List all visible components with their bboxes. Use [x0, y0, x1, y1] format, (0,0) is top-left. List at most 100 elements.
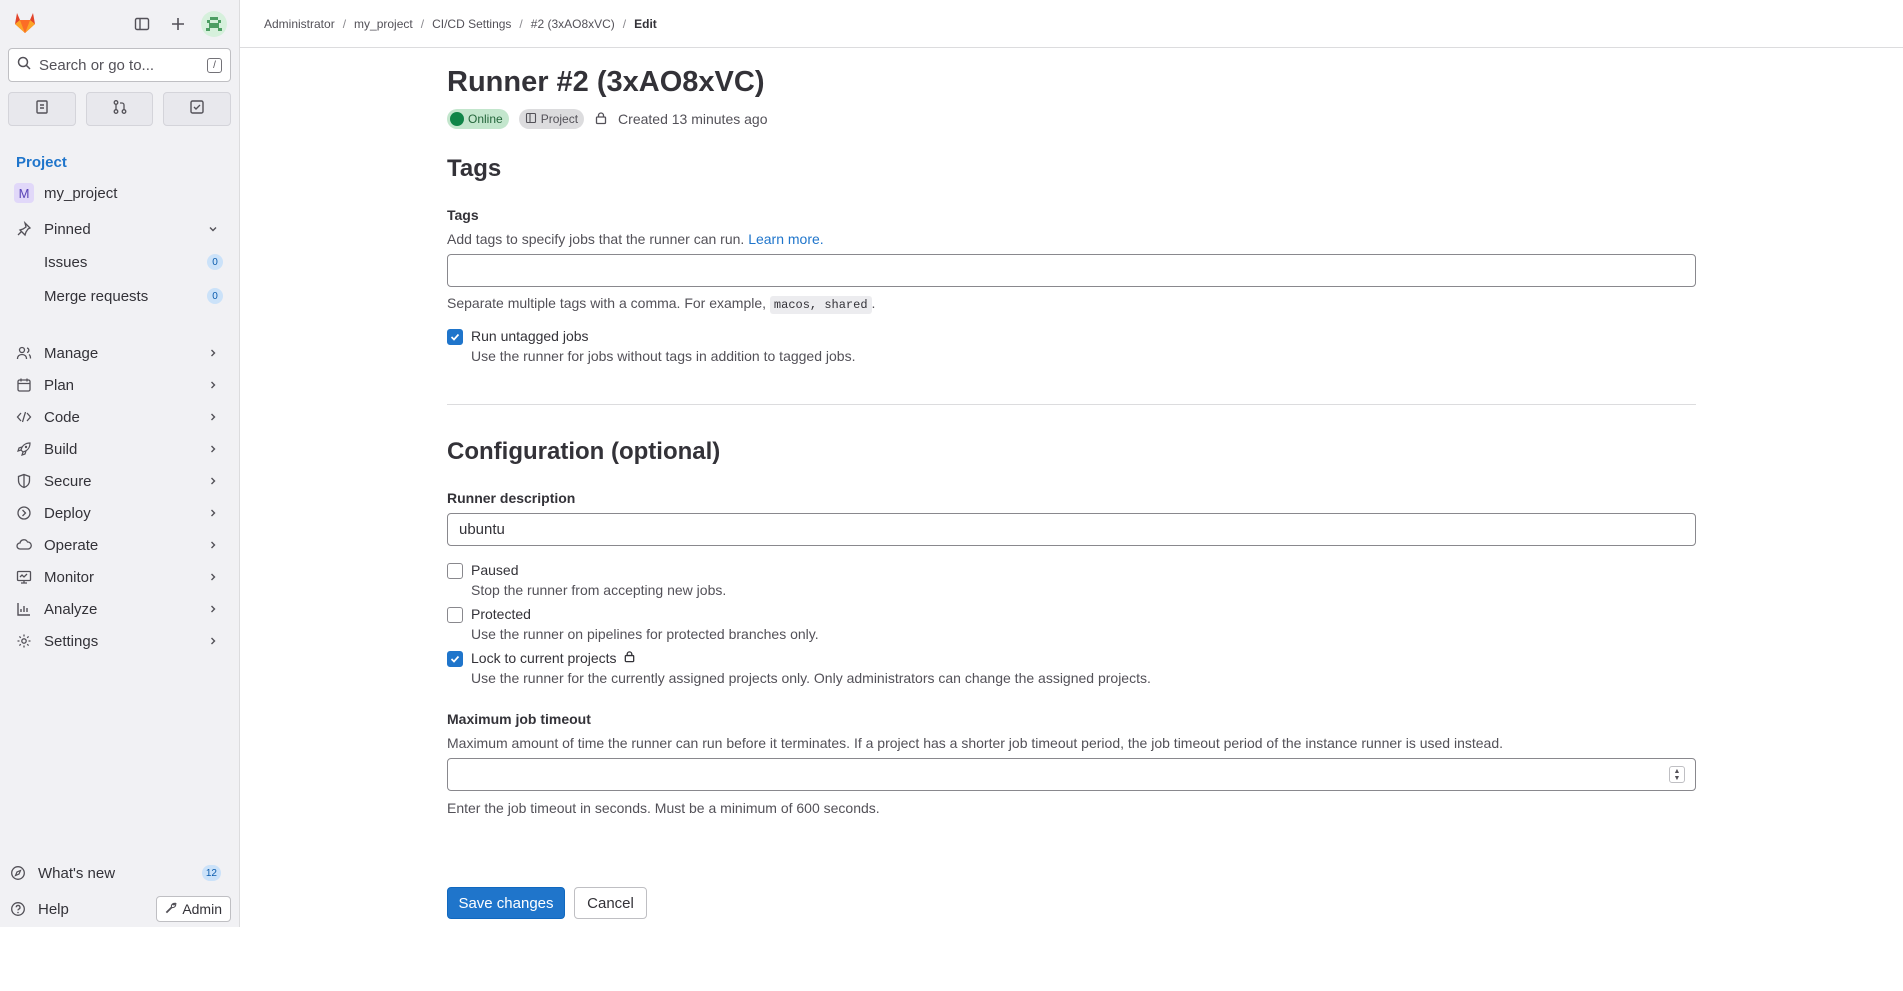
tags-input[interactable] [447, 254, 1696, 287]
sidebar-item-deploy[interactable]: Deploy [0, 497, 239, 529]
tags-section-heading: Tags [447, 155, 502, 182]
breadcrumb-item-cicd-settings[interactable]: CI/CD Settings [432, 17, 511, 31]
users-icon [16, 345, 32, 361]
chevron-right-icon [207, 378, 219, 395]
sidebar-item-monitor[interactable]: Monitor [0, 561, 239, 593]
breadcrumb-separator: / [420, 16, 425, 31]
issues-quick-button[interactable] [8, 92, 76, 126]
paused-checkbox[interactable] [447, 563, 463, 579]
config-section-heading: Configuration (optional) [447, 438, 721, 465]
shield-icon [16, 473, 32, 489]
sidebar-item-analyze[interactable]: Analyze [0, 593, 239, 625]
chevron-right-icon [207, 506, 219, 523]
section-divider [447, 404, 1696, 405]
lock-projects-help: Use the runner for the currently assigne… [471, 670, 1151, 686]
sidebar-item-label: Issues [44, 253, 88, 271]
timeout-input[interactable]: ▲ ▼ [447, 758, 1696, 791]
status-online-icon [450, 112, 464, 126]
lock-projects-checkbox[interactable] [447, 651, 463, 667]
merge-requests-quick-button[interactable] [85, 92, 154, 126]
breadcrumb-item-runner[interactable]: #2 (3xAO8xVC) [531, 17, 615, 31]
number-stepper-icon[interactable]: ▲ ▼ [1669, 766, 1685, 783]
chevron-right-icon [207, 602, 219, 619]
breadcrumb-item-administrator[interactable]: Administrator [264, 17, 335, 31]
sidebar-item-label: Operate [44, 536, 99, 554]
todos-quick-button[interactable] [163, 92, 232, 126]
cancel-button[interactable]: Cancel [574, 887, 647, 919]
sidebar-item-label: Code [44, 408, 80, 426]
sidebar-item-secure[interactable]: Secure [0, 465, 239, 497]
sidebar-item-manage[interactable]: Manage [0, 337, 239, 369]
timeout-help: Maximum amount of time the runner can ru… [447, 735, 1504, 751]
breadcrumb-item-edit: Edit [634, 16, 657, 31]
sidebar: Search or go to... / Project M my_projec… [0, 0, 240, 927]
sidebar-header [0, 0, 239, 48]
sidebar-item-issues[interactable]: Issues 0 [0, 245, 239, 279]
tags-hint-example: macos, shared [769, 296, 872, 314]
cloud-gear-icon [16, 537, 32, 553]
lock-projects-option: Lock to current projects Use the runner … [447, 650, 1151, 686]
whats-new-label: What's new [38, 864, 116, 882]
run-untagged-option: Run untagged jobs Use the runner for job… [447, 328, 855, 364]
lock-icon [594, 111, 608, 128]
protected-label[interactable]: Protected [471, 606, 819, 622]
breadcrumb: Administrator / my_project / CI/CD Setti… [240, 0, 1903, 48]
sidebar-toggle-icon[interactable] [129, 11, 155, 37]
chevron-right-icon [207, 538, 219, 555]
monitor-icon [16, 569, 32, 585]
admin-button[interactable]: Admin [156, 896, 231, 922]
user-avatar[interactable] [201, 11, 227, 37]
project-link[interactable]: M my_project [14, 183, 239, 203]
sidebar-item-label: Settings [44, 632, 99, 650]
calendar-icon [16, 377, 32, 393]
question-circle-icon [10, 901, 26, 917]
sidebar-item-operate[interactable]: Operate [0, 529, 239, 561]
breadcrumb-separator: / [342, 16, 347, 31]
runner-type-badge: Project [518, 109, 585, 129]
sidebar-item-label: Secure [44, 472, 92, 490]
paused-label[interactable]: Paused [471, 562, 726, 578]
timeout-hint: Enter the job timeout in seconds. Must b… [447, 800, 880, 816]
runner-description-label: Runner description [447, 490, 576, 506]
issues-icon [34, 99, 50, 120]
runner-type-label: Project [540, 112, 579, 126]
learn-more-link[interactable]: Learn more. [748, 231, 823, 247]
protected-option: Protected Use the runner on pipelines fo… [447, 606, 819, 642]
sidebar-item-label: Build [44, 440, 78, 458]
plus-icon[interactable] [165, 11, 191, 37]
search-input[interactable]: Search or go to... / [8, 48, 231, 82]
runner-description-input[interactable]: ubuntu [447, 513, 1696, 546]
help-link[interactable]: Help Admin [0, 891, 239, 927]
project-name: my_project [44, 184, 118, 202]
lock-projects-label-row[interactable]: Lock to current projects [471, 650, 1151, 666]
merge-request-icon [112, 99, 128, 120]
search-icon [17, 56, 31, 75]
lock-projects-label: Lock to current projects [471, 650, 617, 666]
protected-checkbox[interactable] [447, 607, 463, 623]
timeout-label: Maximum job timeout [447, 711, 591, 727]
pinned-section-toggle[interactable]: Pinned [0, 213, 239, 245]
sidebar-item-plan[interactable]: Plan [0, 369, 239, 401]
status-badge: Online [447, 109, 509, 129]
help-label: Help [38, 900, 69, 918]
paused-option: Paused Stop the runner from accepting ne… [447, 562, 726, 598]
sidebar-item-settings[interactable]: Settings [0, 625, 239, 657]
project-type-icon [525, 112, 537, 127]
chevron-right-icon [207, 442, 219, 459]
run-untagged-checkbox[interactable] [447, 329, 463, 345]
gitlab-logo-icon[interactable] [12, 9, 38, 40]
breadcrumb-item-project[interactable]: my_project [354, 17, 413, 31]
sidebar-item-code[interactable]: Code [0, 401, 239, 433]
sidebar-item-build[interactable]: Build [0, 433, 239, 465]
run-untagged-help: Use the runner for jobs without tags in … [471, 348, 856, 364]
pinned-label: Pinned [44, 220, 91, 238]
merge-requests-count-badge: 0 [207, 288, 223, 304]
status-label: Online [468, 112, 503, 126]
whats-new-link[interactable]: What's new 12 [0, 855, 239, 891]
sidebar-item-label: Analyze [44, 600, 98, 618]
chart-icon [16, 601, 32, 617]
save-changes-button[interactable]: Save changes [447, 887, 565, 919]
tags-hint-prefix: Separate multiple tags with a comma. For… [447, 295, 767, 311]
sidebar-item-merge-requests[interactable]: Merge requests 0 [0, 279, 239, 313]
run-untagged-label[interactable]: Run untagged jobs [471, 328, 855, 344]
